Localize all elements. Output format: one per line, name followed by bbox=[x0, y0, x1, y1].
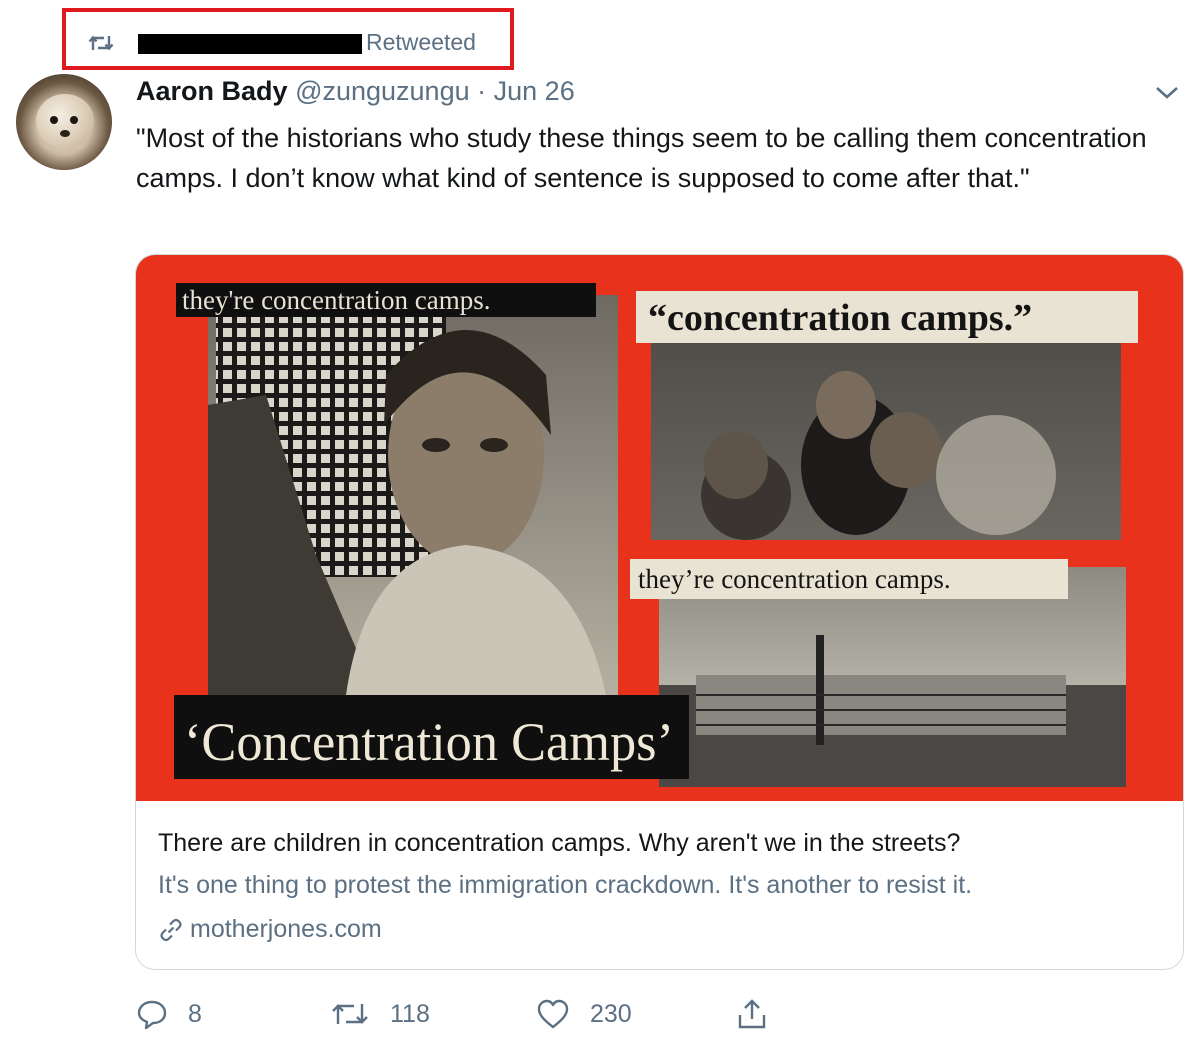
reply-button[interactable]: 8 bbox=[136, 994, 202, 1034]
headline-concentration-camps: ‘Concentration Camps’ bbox=[184, 712, 674, 772]
link-icon bbox=[160, 919, 182, 942]
like-button[interactable]: 230 bbox=[536, 994, 632, 1034]
caption-middle-right: they’re concentration camps. bbox=[638, 564, 951, 594]
card-domain-text: motherjones.com bbox=[190, 915, 382, 943]
share-button[interactable] bbox=[736, 994, 788, 1034]
retweet-icon bbox=[88, 35, 114, 51]
card-domain: motherjones.com bbox=[158, 915, 382, 944]
caption-top-right: “concentration camps.” bbox=[648, 297, 1032, 339]
card-description: It's one thing to protest the immigratio… bbox=[158, 871, 973, 899]
retweeted-label: Retweeted bbox=[366, 29, 476, 55]
tweet-date[interactable]: Jun 26 bbox=[494, 76, 575, 106]
caption-top-left: they're concentration camps. bbox=[182, 285, 490, 315]
author-handle[interactable]: @zunguzungu bbox=[295, 76, 470, 106]
author-name[interactable]: Aaron Bady bbox=[136, 76, 288, 106]
separator-dot: · bbox=[477, 76, 487, 106]
reply-icon bbox=[137, 1000, 167, 1030]
tweet-author-line: Aaron Bady @zunguzungu · Jun 26 bbox=[136, 76, 575, 107]
avatar[interactable] bbox=[16, 74, 112, 170]
card-title: There are children in concentration camp… bbox=[158, 829, 961, 857]
tweet-text: "Most of the historians who study these … bbox=[136, 123, 1147, 193]
heart-icon bbox=[537, 999, 569, 1029]
retweet-count: 118 bbox=[390, 999, 430, 1028]
like-count: 230 bbox=[590, 999, 632, 1028]
retweet-icon bbox=[332, 1004, 368, 1024]
link-card[interactable]: they're concentration camps. “concentrat… bbox=[135, 254, 1184, 970]
retweet-button[interactable]: 118 bbox=[330, 994, 430, 1034]
reply-count: 8 bbox=[188, 999, 202, 1028]
chevron-down-icon[interactable] bbox=[1152, 80, 1182, 104]
share-icon bbox=[738, 999, 766, 1029]
redacted-retweeter-name bbox=[138, 34, 362, 54]
card-image: they're concentration camps. “concentrat… bbox=[136, 255, 1183, 801]
